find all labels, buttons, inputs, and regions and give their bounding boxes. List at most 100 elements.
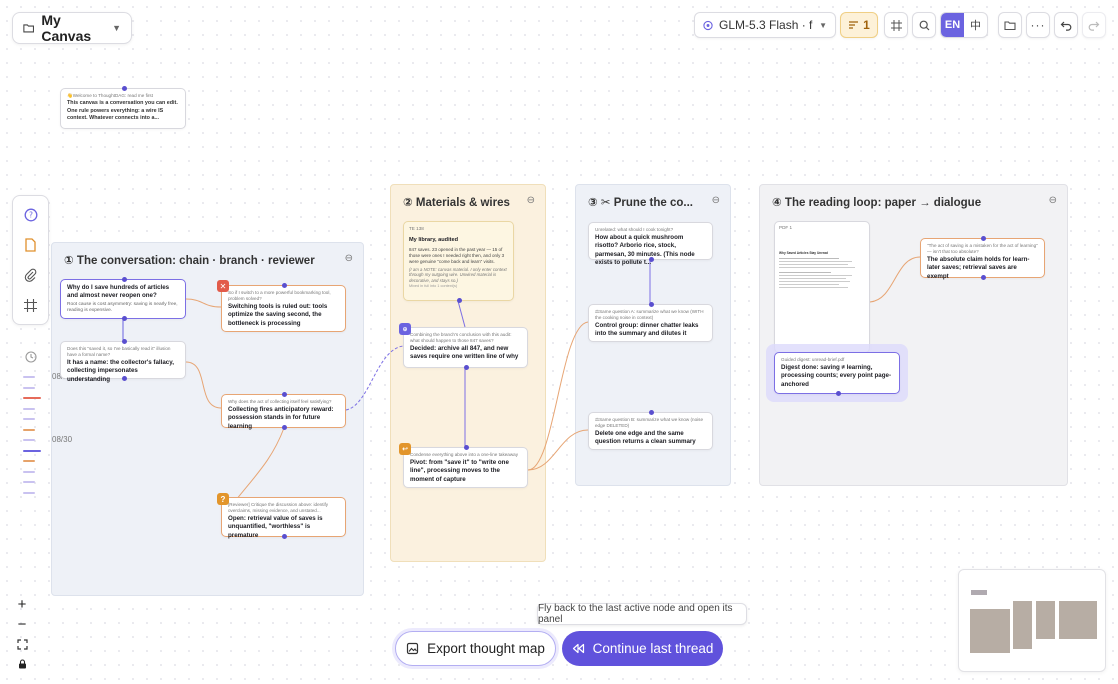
- timeline-tick[interactable]: [23, 376, 35, 378]
- node-prompt: Unrelated: what should I cook tonight?: [595, 227, 674, 232]
- rewind-icon: [572, 643, 584, 654]
- node-root-question[interactable]: Why do I save hundreds of articles and a…: [60, 277, 186, 321]
- node-answer: Pivot: from "save it" to "write one line…: [410, 458, 509, 483]
- node-prompt: 👋Welcome to ThoughtDAG: read me first: [67, 93, 153, 98]
- node-answer: Digest done: saving ≠ learning, processi…: [781, 363, 892, 388]
- queue-button[interactable]: 1: [840, 12, 878, 38]
- node-switch-tools[interactable]: So if I switch to a more powerful bookma…: [221, 283, 346, 332]
- language-toggle[interactable]: EN 中: [940, 12, 988, 38]
- minimap-group: [1013, 601, 1032, 649]
- timeline-tick[interactable]: [23, 418, 35, 420]
- node-answer: Switching tools is ruled out: tools opti…: [228, 302, 328, 327]
- node-port[interactable]: [649, 302, 654, 307]
- node-port[interactable]: [981, 275, 986, 280]
- export-label: Export thought map: [427, 641, 545, 656]
- model-selector[interactable]: GLM-5.3 Flash · f... ▼: [694, 12, 836, 38]
- frame-icon: [24, 298, 37, 312]
- node-port[interactable]: [836, 391, 841, 396]
- note-title: My library, audited: [409, 236, 459, 243]
- node-prompt: Combining the branch's conclusion with t…: [410, 332, 512, 343]
- node-control-group[interactable]: ⚖Same question A: summarize what we know…: [588, 302, 713, 342]
- node-clean-summary[interactable]: ⚖Same question B: summarize what we know…: [588, 410, 713, 450]
- node-cooking-noise[interactable]: Unrelated: what should I cook tonight? H…: [588, 222, 713, 266]
- help-tool[interactable]: ?: [20, 204, 42, 226]
- node-guided-digest[interactable]: Guided digest: unread-brief.pdf Digest d…: [774, 352, 900, 396]
- timeline-tick[interactable]: [23, 439, 35, 441]
- more-button[interactable]: ···: [1026, 12, 1050, 38]
- lock-icon[interactable]: [14, 655, 30, 673]
- note-comment: (I am a NOTE: canvas material. I only en…: [409, 266, 507, 283]
- continue-last-thread-button[interactable]: Continue last thread: [562, 631, 723, 666]
- node-port[interactable]: [649, 410, 654, 415]
- timeline-tick[interactable]: [23, 470, 35, 473]
- node-archive-decision[interactable]: Combining the branch's conclusion with t…: [403, 327, 528, 370]
- timeline-tick[interactable]: [23, 397, 41, 399]
- pdf-document-node[interactable]: PDF 1 Why Saved Articles Stay Unread: [774, 221, 870, 353]
- zoom-in-icon[interactable]: +: [14, 595, 30, 613]
- node-absolute-claim[interactable]: "The act of saving is a mistaken for the…: [920, 236, 1045, 280]
- redo-icon: [1088, 21, 1100, 31]
- node-port[interactable]: [649, 257, 654, 262]
- undo-icon: [1060, 21, 1072, 31]
- timeline-tick[interactable]: [23, 460, 35, 462]
- export-thought-map-button[interactable]: Export thought map: [395, 631, 556, 666]
- chevron-down-icon: ▼: [819, 20, 827, 30]
- node-pivot-takeaway[interactable]: Condense everything above into a one-lin…: [403, 445, 528, 488]
- minimap-welcome: [971, 590, 987, 595]
- note-library-audit[interactable]: TE 138 My library, audited 847 saves. 23…: [403, 221, 514, 303]
- node-port[interactable]: [282, 534, 287, 539]
- node-port[interactable]: [981, 236, 986, 241]
- pdf-page-lines: [779, 258, 865, 289]
- timeline-tick[interactable]: [23, 481, 35, 483]
- timeline-tick[interactable]: [23, 386, 35, 389]
- left-toolbar: ?: [12, 195, 49, 325]
- node-port[interactable]: [122, 376, 127, 381]
- history-icon[interactable]: [24, 350, 38, 364]
- node-collectors-fallacy[interactable]: Does this "saved it, so I've basically r…: [60, 339, 186, 383]
- node-port[interactable]: [282, 425, 287, 430]
- node-prompt: Guided digest: unread-brief.pdf: [781, 357, 845, 362]
- frame-icon: [890, 19, 902, 31]
- pdf-meta: PDF 1: [779, 225, 793, 230]
- node-port[interactable]: [464, 365, 469, 370]
- search-button[interactable]: [912, 12, 936, 38]
- note-tool[interactable]: [20, 234, 42, 256]
- paperclip-icon: [24, 268, 37, 282]
- frame-tool[interactable]: [20, 294, 42, 316]
- node-port[interactable]: [122, 86, 127, 91]
- lang-zh[interactable]: 中: [964, 13, 987, 37]
- minimap[interactable]: [958, 569, 1106, 672]
- redo-button[interactable]: [1082, 12, 1106, 38]
- node-answer: Delete one edge and the same question re…: [595, 429, 696, 446]
- help-chat-icon: ?: [24, 208, 37, 222]
- frame-button[interactable]: [884, 12, 908, 38]
- welcome-node[interactable]: 👋Welcome to ThoughtDAG: read me first Th…: [60, 86, 186, 129]
- node-port[interactable]: [122, 316, 127, 321]
- timeline-tick[interactable]: [23, 428, 35, 431]
- zoom-out-icon[interactable]: −: [14, 615, 30, 633]
- canvas-picker[interactable]: My Canvas ▼: [12, 12, 132, 44]
- folder-icon: [1004, 20, 1016, 30]
- timeline-tick[interactable]: [23, 407, 35, 410]
- node-port[interactable]: [122, 339, 127, 344]
- timeline-tick[interactable]: [23, 491, 35, 494]
- note-footer: Mixed in full into 1 context(s): [409, 284, 458, 289]
- node-port[interactable]: [457, 298, 462, 303]
- node-prompt: So if I switch to a more powerful bookma…: [228, 290, 331, 301]
- node-reviewer[interactable]: [Reviewer] Critique the discussion above…: [221, 497, 346, 539]
- attach-tool[interactable]: [20, 264, 42, 286]
- fit-view-icon[interactable]: [14, 635, 30, 653]
- node-port[interactable]: [122, 277, 127, 282]
- undo-button[interactable]: [1054, 12, 1078, 38]
- rejected-badge-icon: ✕: [217, 280, 229, 292]
- files-button[interactable]: [998, 12, 1022, 38]
- timeline-tick[interactable]: [23, 449, 41, 452]
- node-anticipatory-reward[interactable]: Why does the act of collecting itself fe…: [221, 392, 346, 430]
- node-port[interactable]: [282, 283, 287, 288]
- node-port[interactable]: [464, 445, 469, 450]
- node-prompt: Why does the act of collecting itself fe…: [228, 399, 332, 404]
- lang-en[interactable]: EN: [941, 13, 964, 37]
- node-prompt: "The act of saving is a mistaken for the…: [927, 243, 1038, 254]
- node-port[interactable]: [282, 392, 287, 397]
- queue-count: 1: [863, 18, 870, 32]
